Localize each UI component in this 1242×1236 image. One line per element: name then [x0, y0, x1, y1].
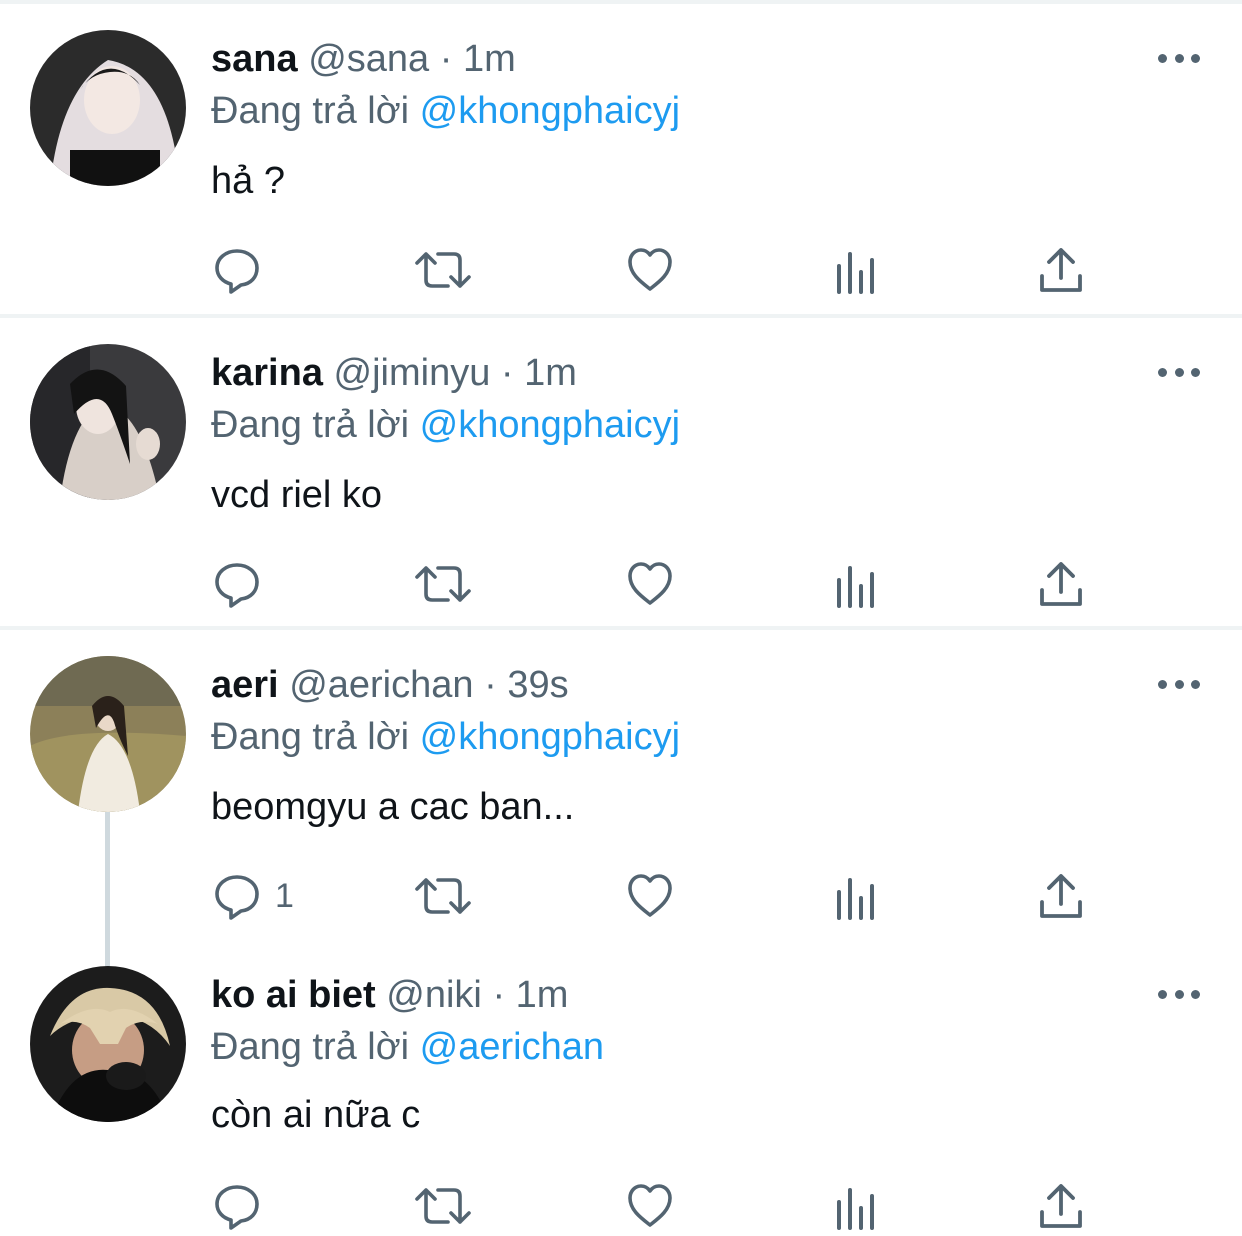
- reply-context: Đang trả lời @aerichan: [211, 1024, 604, 1070]
- tweet[interactable]: ko ai biet @niki · 1m Đang trả lời @aeri…: [0, 944, 1242, 1236]
- reply-icon: [215, 249, 259, 294]
- reply-icon: [215, 563, 259, 608]
- reply-mention[interactable]: @khongphaicyj: [420, 716, 680, 758]
- tweet-text: vcd riel ko: [211, 474, 383, 516]
- share-icon: [1040, 874, 1082, 918]
- tweet[interactable]: karina @jiminyu · 1m Đang trả lời @khong…: [0, 318, 1242, 628]
- action-bar: [0, 242, 1242, 298]
- views-icon: [837, 566, 874, 608]
- timestamp[interactable]: 39s: [507, 664, 568, 706]
- reply-button[interactable]: 1: [213, 868, 294, 924]
- reply-context: Đang trả lời @khongphaicyj: [211, 88, 680, 134]
- action-bar: 1: [0, 868, 1242, 924]
- reply-mention[interactable]: @khongphaicyj: [420, 90, 680, 132]
- like-button[interactable]: [626, 242, 674, 298]
- avatar[interactable]: [30, 656, 186, 812]
- share-button[interactable]: [1038, 1178, 1084, 1234]
- user-handle[interactable]: @sana: [308, 38, 429, 80]
- tweet-text: hả ?: [211, 160, 285, 202]
- user-handle[interactable]: @niki: [386, 974, 482, 1016]
- retweet-button[interactable]: [414, 1178, 472, 1234]
- timestamp[interactable]: 1m: [516, 974, 569, 1016]
- like-icon: [628, 1184, 672, 1227]
- timestamp[interactable]: 1m: [463, 38, 516, 80]
- share-icon: [1040, 248, 1082, 292]
- like-icon: [628, 562, 672, 605]
- more-icon[interactable]: [1158, 984, 1200, 1004]
- share-button[interactable]: [1038, 556, 1084, 612]
- reply-button[interactable]: [213, 1178, 275, 1234]
- reply-context: Đang trả lời @khongphaicyj: [211, 714, 680, 760]
- tweet-text: beomgyu a cac ban...: [211, 786, 575, 828]
- retweet-icon: [415, 1188, 471, 1224]
- tweet[interactable]: aeri @aerichan · 39s Đang trả lời @khong…: [0, 630, 1242, 944]
- retweet-button[interactable]: [414, 868, 472, 924]
- display-name[interactable]: sana: [211, 38, 298, 80]
- tweet-header: ko ai biet @niki · 1m: [211, 972, 568, 1018]
- reply-context: Đang trả lời @khongphaicyj: [211, 402, 680, 448]
- separator-dot: ·: [439, 38, 453, 80]
- avatar[interactable]: [30, 344, 186, 500]
- avatar[interactable]: [30, 30, 186, 186]
- display-name[interactable]: aeri: [211, 664, 279, 706]
- retweet-icon: [415, 566, 471, 602]
- retweet-button[interactable]: [414, 556, 472, 612]
- retweet-icon: [415, 252, 471, 288]
- user-handle[interactable]: @aerichan: [289, 664, 473, 706]
- reply-button[interactable]: [213, 242, 275, 298]
- reply-mention[interactable]: @khongphaicyj: [420, 404, 680, 446]
- reply-prefix: Đang trả lời: [211, 90, 410, 132]
- retweet-button[interactable]: [414, 242, 472, 298]
- separator-dot: ·: [492, 974, 506, 1016]
- like-button[interactable]: [626, 1178, 674, 1234]
- retweet-icon: [415, 878, 471, 914]
- like-button[interactable]: [626, 556, 674, 612]
- share-icon: [1040, 562, 1082, 606]
- user-handle[interactable]: @jiminyu: [334, 352, 491, 394]
- timestamp[interactable]: 1m: [524, 352, 577, 394]
- tweet-header: karina @jiminyu · 1m: [211, 350, 577, 396]
- action-bar: [0, 556, 1242, 612]
- more-icon[interactable]: [1158, 362, 1200, 382]
- tweet[interactable]: sana @sana · 1m Đang trả lời @khongphaic…: [0, 4, 1242, 314]
- tweet-header: sana @sana · 1m: [211, 36, 516, 82]
- share-button[interactable]: [1038, 868, 1084, 924]
- reply-icon: [215, 875, 259, 920]
- display-name[interactable]: karina: [211, 352, 323, 394]
- action-bar: [0, 1178, 1242, 1234]
- like-icon: [628, 874, 672, 917]
- more-icon[interactable]: [1158, 48, 1200, 68]
- reply-count: 1: [275, 876, 294, 915]
- share-icon: [1040, 1184, 1082, 1228]
- display-name[interactable]: ko ai biet: [211, 974, 376, 1016]
- separator-dot: ·: [500, 352, 514, 394]
- reply-prefix: Đang trả lời: [211, 716, 410, 758]
- like-icon: [628, 248, 672, 291]
- reply-mention[interactable]: @aerichan: [420, 1026, 604, 1068]
- more-icon[interactable]: [1158, 674, 1200, 694]
- tweet-header: aeri @aerichan · 39s: [211, 662, 569, 708]
- avatar[interactable]: [30, 966, 186, 1122]
- views-icon: [837, 252, 874, 294]
- like-button[interactable]: [626, 868, 674, 924]
- reply-prefix: Đang trả lời: [211, 404, 410, 446]
- reply-prefix: Đang trả lời: [211, 1026, 410, 1068]
- views-button[interactable]: [835, 1178, 879, 1234]
- views-icon: [837, 878, 874, 920]
- views-button[interactable]: [835, 556, 879, 612]
- views-button[interactable]: [835, 868, 879, 924]
- views-icon: [837, 1188, 874, 1230]
- reply-button[interactable]: [213, 556, 275, 612]
- views-button[interactable]: [835, 242, 879, 298]
- reply-icon: [215, 1185, 259, 1230]
- share-button[interactable]: [1038, 242, 1084, 298]
- tweet-text: còn ai nữa c: [211, 1094, 421, 1136]
- separator-dot: ·: [484, 664, 497, 706]
